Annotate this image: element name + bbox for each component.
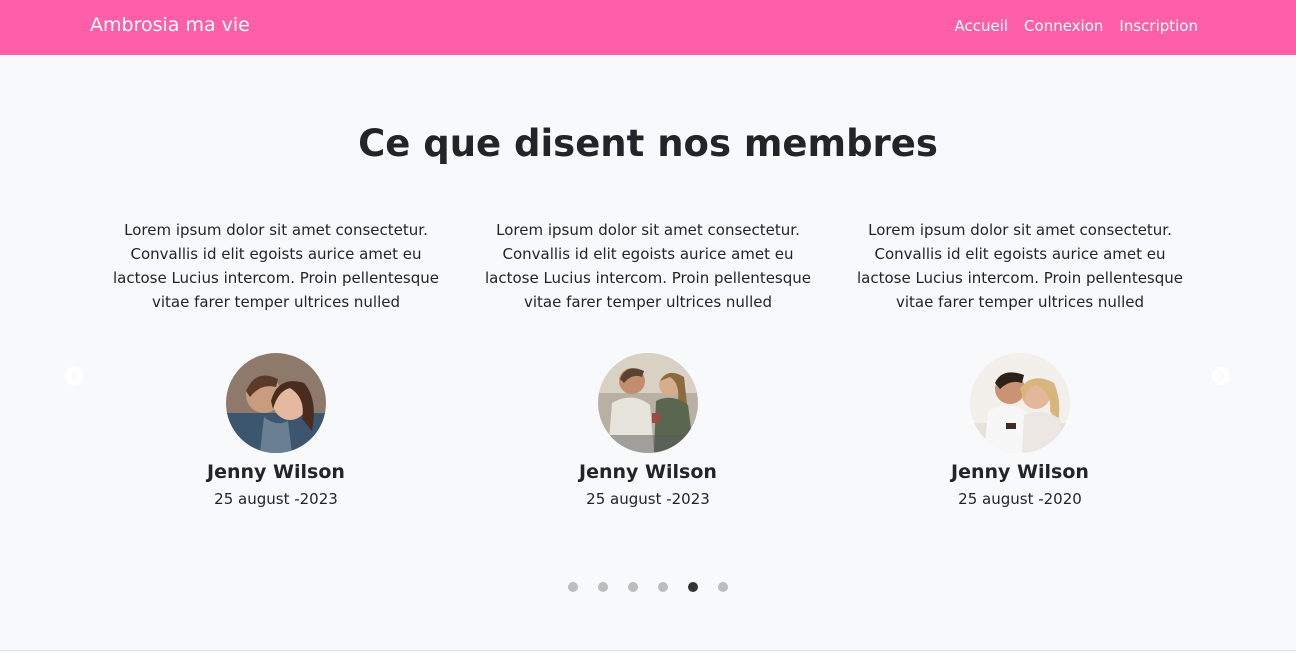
- testimonial-date: 25 august -2023: [586, 490, 710, 508]
- carousel-indicator-3[interactable]: [628, 582, 638, 592]
- nav-link-connexion[interactable]: Connexion: [1024, 17, 1103, 35]
- nav-links: Accueil Connexion Inscription: [954, 17, 1198, 35]
- testimonial-name: Jenny Wilson: [951, 461, 1089, 483]
- testimonial-card: Lorem ipsum dolor sit amet consectetur. …: [106, 218, 446, 508]
- avatar: [970, 353, 1070, 453]
- testimonial-name: Jenny Wilson: [579, 461, 717, 483]
- avatar: [598, 353, 698, 453]
- section-divider: [0, 650, 1296, 651]
- testimonial-date: 25 august -2023: [214, 490, 338, 508]
- section-title: Ce que disent nos membres: [358, 122, 938, 165]
- carousel-next-button[interactable]: [1212, 367, 1230, 385]
- chevron-right-icon: [1218, 371, 1224, 381]
- nav-link-accueil[interactable]: Accueil: [954, 17, 1008, 35]
- avatar: [226, 353, 326, 453]
- brand-link[interactable]: Ambrosia ma vie: [90, 14, 250, 36]
- testimonial-card: Lorem ipsum dolor sit amet consectetur. …: [478, 218, 818, 508]
- carousel-indicators: [568, 582, 728, 592]
- navbar: Ambrosia ma vie Accueil Connexion Inscri…: [0, 0, 1296, 55]
- carousel-indicator-1[interactable]: [568, 582, 578, 592]
- carousel-indicator-4[interactable]: [658, 582, 668, 592]
- carousel-indicator-5[interactable]: [688, 582, 698, 592]
- testimonial-quote: Lorem ipsum dolor sit amet consectetur. …: [484, 221, 811, 311]
- testimonial-card: Lorem ipsum dolor sit amet consectetur. …: [850, 218, 1190, 508]
- chevron-left-icon: [71, 371, 77, 381]
- carousel-indicator-2[interactable]: [598, 582, 608, 592]
- testimonial-name: Jenny Wilson: [207, 461, 345, 483]
- nav-link-inscription[interactable]: Inscription: [1119, 17, 1198, 35]
- testimonial-date: 25 august -2020: [958, 490, 1082, 508]
- carousel-prev-button[interactable]: [65, 367, 83, 385]
- carousel-indicator-6[interactable]: [718, 582, 728, 592]
- testimonial-quote: Lorem ipsum dolor sit amet consectetur. …: [112, 221, 439, 311]
- testimonial-quote: Lorem ipsum dolor sit amet consectetur. …: [856, 221, 1183, 311]
